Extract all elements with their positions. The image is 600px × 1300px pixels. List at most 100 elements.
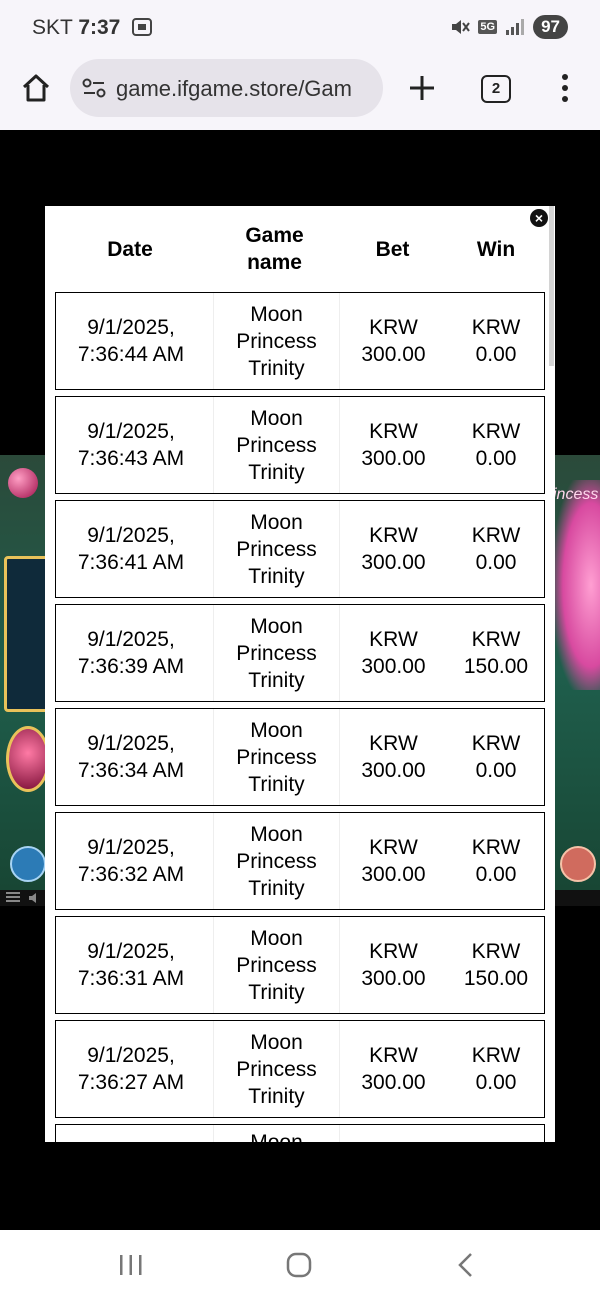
row-win: KRW 0.00 <box>448 293 544 389</box>
win-currency: KRW <box>471 524 521 547</box>
game-logo-fragment: incess <box>553 486 599 503</box>
win-amount: 150.00 <box>463 655 529 678</box>
bet-currency: KRW <box>369 316 418 339</box>
row-game-name: Moon Princess Trinity <box>213 397 340 493</box>
bet-currency: KRW <box>369 628 418 651</box>
win-currency: KRW <box>471 732 521 755</box>
game-name-line: Princess <box>236 641 317 665</box>
game-side-panel <box>4 556 50 712</box>
date-line: 9/1/2025, <box>87 836 175 859</box>
back-icon[interactable] <box>456 1252 476 1278</box>
row-date: 9/1/2025, 7:36:34 AM <box>56 709 206 805</box>
time-line: 7:36:43 AM <box>77 447 185 470</box>
row-game-name: Moon Princess Trinity <box>213 709 340 805</box>
sound-icon[interactable] <box>28 892 42 904</box>
princess-character <box>555 480 600 690</box>
address-bar[interactable]: game.ifgame.store/Gam <box>70 59 383 117</box>
table-row: 9/1/2025, 7:36:44 AM Moon Princess Trinity KR… <box>55 292 545 390</box>
time-line: 7:36:39 AM <box>77 655 185 678</box>
header-game-line1: Game <box>245 224 304 247</box>
date-line: 9/1/2025, <box>87 420 175 443</box>
tab-switcher-button[interactable]: 2 <box>481 75 511 103</box>
browser-toolbar: game.ifgame.store/Gam 2 <box>0 56 600 130</box>
win-currency: KRW <box>471 316 521 339</box>
row-win: KRW 0.00 <box>448 501 544 597</box>
table-header: Date Game name Bet Win <box>55 206 545 292</box>
more-menu-icon[interactable] <box>562 74 568 102</box>
signal-icon <box>506 19 525 35</box>
scrollbar[interactable] <box>549 206 554 366</box>
table-row: 9/1/2025, 7:36:43 AM Moon Princess Trinity KR… <box>55 396 545 494</box>
game-name-line: Moon <box>250 406 303 430</box>
win-amount: 150.00 <box>463 967 529 990</box>
game-name-line: Moon <box>250 302 303 326</box>
win-currency: KRW <box>471 420 521 443</box>
row-bet: KRW 300.00 <box>346 501 441 597</box>
row-win: KRW 0.00 <box>448 397 544 493</box>
column-header-date: Date <box>107 237 153 261</box>
win-currency: KRW <box>471 1044 521 1067</box>
row-win: KRW 150.00 <box>448 605 544 701</box>
game-name-line: Moon <box>250 822 303 846</box>
row-win: KRW 0.00 <box>448 813 544 909</box>
time-line: 7:36:31 AM <box>77 967 185 990</box>
row-bet: KRW 300.00 <box>346 605 441 701</box>
status-bar: SKT 7:37 5G 97 <box>0 0 600 56</box>
mute-icon <box>452 20 471 34</box>
bet-amount: 300.00 <box>361 1071 426 1094</box>
recent-apps-icon[interactable] <box>118 1254 144 1276</box>
game-name-line: Trinity <box>248 876 305 900</box>
row-bet <box>346 1125 441 1142</box>
win-amount: 0.00 <box>475 1071 517 1094</box>
time-line: 7:36:32 AM <box>77 863 185 886</box>
game-name-line: Princess <box>236 745 317 769</box>
win-currency: KRW <box>471 836 521 859</box>
column-header-bet: Bet <box>375 237 410 261</box>
row-bet: KRW 300.00 <box>346 1021 441 1117</box>
game-info-button[interactable] <box>10 846 46 882</box>
row-game-name: Moon <box>213 1125 340 1142</box>
row-date: 9/1/2025, 7:36:31 AM <box>56 917 206 1013</box>
game-name-line: Moon <box>250 718 303 742</box>
game-name-line: Princess <box>236 953 317 977</box>
win-amount: 0.00 <box>475 551 517 574</box>
game-name-line: Moon <box>250 1030 303 1054</box>
new-tab-icon[interactable] <box>406 72 438 104</box>
game-autoplay-button[interactable] <box>560 846 596 882</box>
win-amount: 0.00 <box>475 759 517 782</box>
site-settings-icon[interactable] <box>82 77 106 99</box>
win-amount: 0.00 <box>475 447 517 470</box>
row-game-name: Moon Princess Trinity <box>213 917 340 1013</box>
gem-decoration <box>8 468 38 498</box>
game-name-line: Princess <box>236 537 317 561</box>
game-name-line: Princess <box>236 1057 317 1081</box>
game-name-line: Trinity <box>248 1084 305 1108</box>
menu-icon[interactable] <box>6 892 20 902</box>
row-bet: KRW 300.00 <box>346 397 441 493</box>
row-date: 9/1/2025, 7:36:44 AM <box>56 293 206 389</box>
row-date: 9/1/2025, 7:36:27 AM <box>56 1021 206 1117</box>
bet-amount: 300.00 <box>361 343 426 366</box>
table-row: 9/1/2025, 7:36:31 AM Moon Princess Trinity KR… <box>55 916 545 1014</box>
row-date <box>56 1125 206 1142</box>
row-bet: KRW 300.00 <box>346 293 441 389</box>
row-bet: KRW 300.00 <box>346 813 441 909</box>
game-name-line: Trinity <box>248 980 305 1004</box>
game-name-line: Moon <box>250 926 303 950</box>
home-nav-icon[interactable] <box>286 1252 312 1278</box>
home-icon[interactable] <box>20 72 52 104</box>
bet-amount: 300.00 <box>361 759 426 782</box>
table-row: 9/1/2025, 7:36:39 AM Moon Princess Trinity KR… <box>55 604 545 702</box>
bet-currency: KRW <box>369 732 418 755</box>
gem-decoration <box>6 726 50 792</box>
row-win: KRW 0.00 <box>448 1021 544 1117</box>
win-currency: KRW <box>471 940 521 963</box>
table-row: 9/1/2025, 7:36:41 AM Moon Princess Trinity KR… <box>55 500 545 598</box>
bet-amount: 300.00 <box>361 551 426 574</box>
bet-amount: 300.00 <box>361 863 426 886</box>
row-game-name: Moon Princess Trinity <box>213 1021 340 1117</box>
date-line: 9/1/2025, <box>87 524 175 547</box>
time-line: 7:36:27 AM <box>77 1071 185 1094</box>
game-name-line: Trinity <box>248 564 305 588</box>
table-row: 9/1/2025, 7:36:34 AM Moon Princess Trinity KR… <box>55 708 545 806</box>
